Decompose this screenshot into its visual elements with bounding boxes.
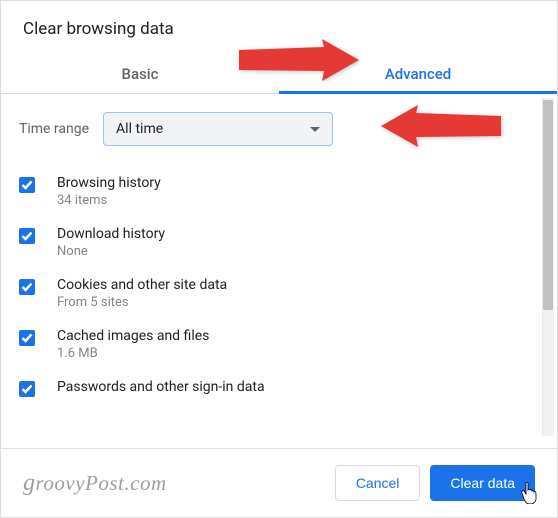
checkbox-download-history[interactable] (19, 228, 35, 244)
time-range-value: All time (116, 121, 163, 137)
option-download-history: Download history None (19, 217, 521, 268)
option-browsing-history: Browsing history 34 items (19, 166, 521, 217)
option-cached: Cached images and files 1.6 MB (19, 319, 521, 370)
tabs: Basic Advanced (1, 53, 557, 94)
tab-basic[interactable]: Basic (1, 53, 279, 93)
option-sub: 1.6 MB (57, 346, 521, 361)
dialog-title: Clear browsing data (1, 1, 557, 53)
option-sub: 34 items (57, 193, 521, 208)
option-label: Cookies and other site data (57, 277, 521, 293)
option-cookies: Cookies and other site data From 5 sites (19, 268, 521, 319)
scrollbar-thumb[interactable] (543, 100, 553, 310)
option-label: Cached images and files (57, 328, 521, 344)
time-range-row: Time range All time (19, 112, 521, 146)
option-sub: None (57, 244, 521, 259)
cancel-button[interactable]: Cancel (335, 465, 421, 501)
checkbox-cookies[interactable] (19, 279, 35, 295)
checkbox-browsing-history[interactable] (19, 177, 35, 193)
watermark: groovyPost.com (23, 470, 167, 497)
time-range-label: Time range (19, 121, 89, 137)
checkbox-cached[interactable] (19, 330, 35, 346)
dialog-footer: groovyPost.com Cancel Clear data (1, 448, 557, 517)
clear-data-button[interactable]: Clear data (430, 465, 535, 501)
tab-advanced[interactable]: Advanced (279, 53, 557, 93)
chevron-down-icon (310, 127, 320, 132)
option-passwords: Passwords and other sign-in data (19, 370, 521, 406)
option-label: Passwords and other sign-in data (57, 379, 521, 395)
clear-data-label: Clear data (450, 475, 515, 491)
option-sub: From 5 sites (57, 295, 521, 310)
checkbox-passwords[interactable] (19, 381, 35, 397)
time-range-select[interactable]: All time (103, 112, 333, 146)
content-area: Time range All time Browsing history 34 … (1, 94, 557, 440)
scrollbar[interactable] (542, 98, 554, 436)
option-label: Browsing history (57, 175, 521, 191)
option-label: Download history (57, 226, 521, 242)
pointer-cursor-icon (521, 482, 539, 504)
